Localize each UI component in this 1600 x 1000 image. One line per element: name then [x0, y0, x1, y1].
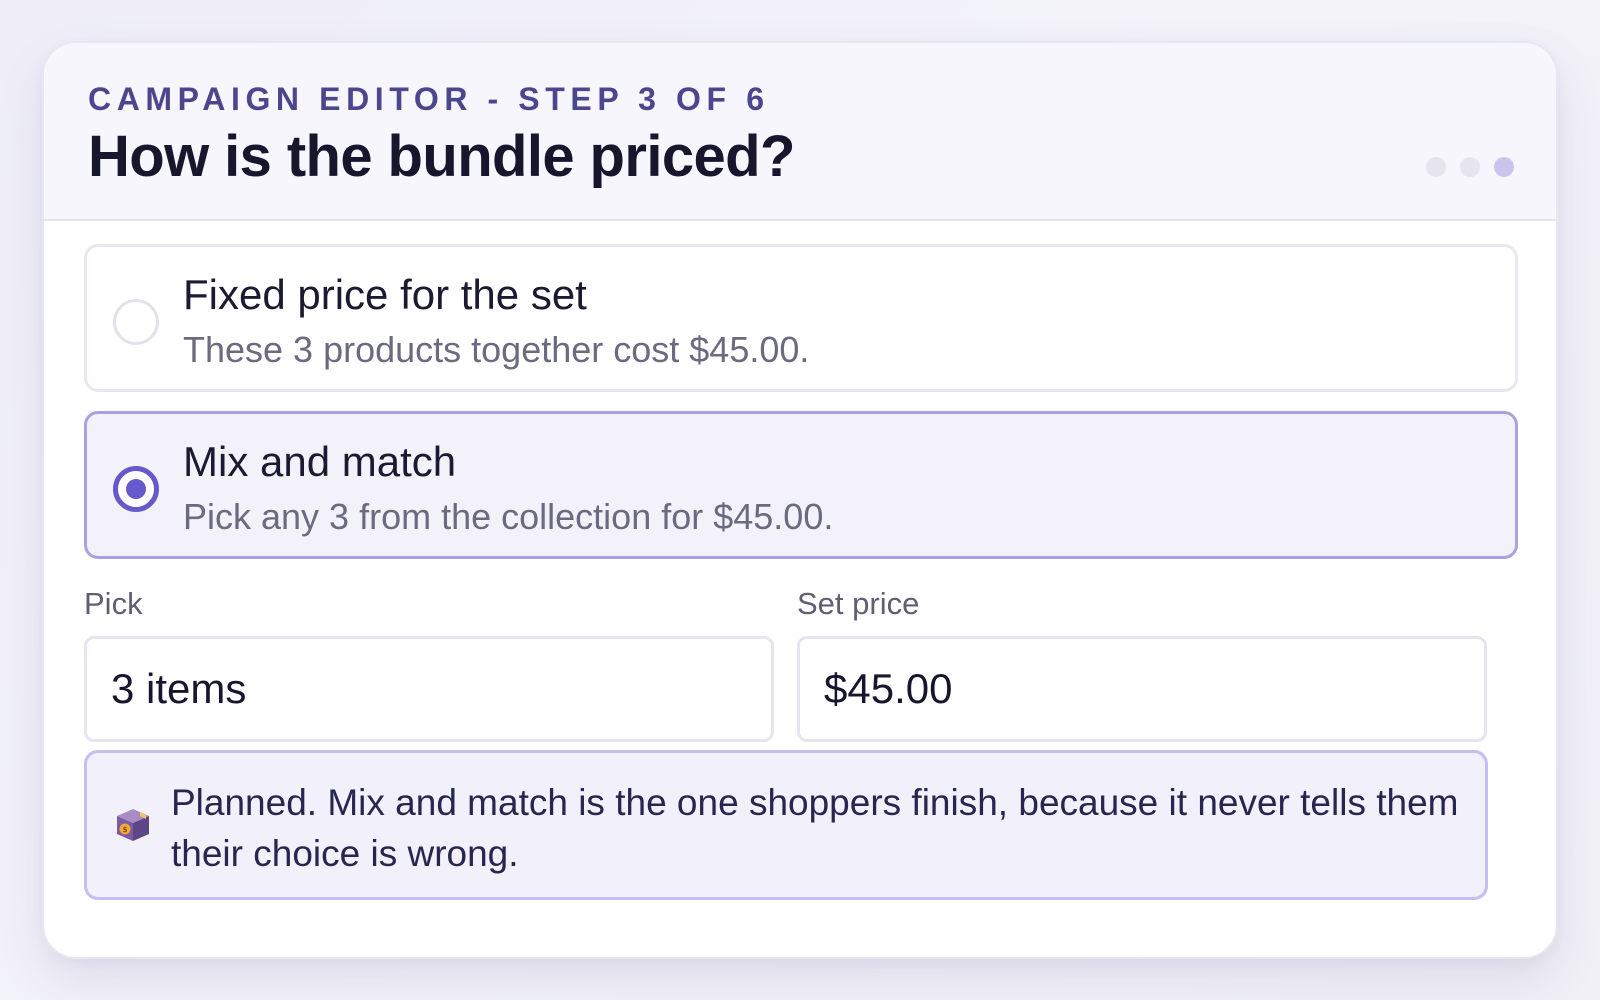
option-description: These 3 products together cost $45.00. — [183, 329, 810, 370]
campaign-editor-card: CAMPAIGN EDITOR - STEP 3 OF 6 How is the… — [42, 41, 1558, 959]
page-title: How is the bundle priced? — [88, 124, 795, 189]
step-dot — [1460, 157, 1480, 177]
option-title: Fixed price for the set — [183, 271, 587, 318]
svg-text:$: $ — [123, 826, 128, 834]
set-price-input[interactable] — [797, 636, 1487, 742]
note-text: Planned. Mix and match is the one shoppe… — [171, 782, 1459, 874]
money-box-icon: $ — [113, 805, 153, 845]
set-price-label: Set price — [797, 586, 920, 621]
planned-note: $ Planned. Mix and match is the one shop… — [84, 750, 1488, 900]
option-description: Pick any 3 from the collection for $45.0… — [183, 496, 834, 537]
pick-label: Pick — [84, 586, 143, 621]
step-dot — [1426, 157, 1446, 177]
card-header: CAMPAIGN EDITOR - STEP 3 OF 6 How is the… — [44, 43, 1556, 221]
option-title: Mix and match — [183, 438, 457, 485]
step-progress-dots — [1426, 157, 1514, 177]
option-fixed-price[interactable]: Fixed price for the set These 3 products… — [84, 244, 1518, 392]
radio-mix-and-match[interactable] — [113, 466, 159, 512]
step-eyebrow: CAMPAIGN EDITOR - STEP 3 OF 6 — [88, 81, 770, 117]
option-mix-and-match[interactable]: Mix and match Pick any 3 from the collec… — [84, 411, 1518, 559]
step-dot-active — [1494, 157, 1514, 177]
pick-input[interactable] — [84, 636, 774, 742]
radio-fixed-price[interactable] — [113, 299, 159, 345]
